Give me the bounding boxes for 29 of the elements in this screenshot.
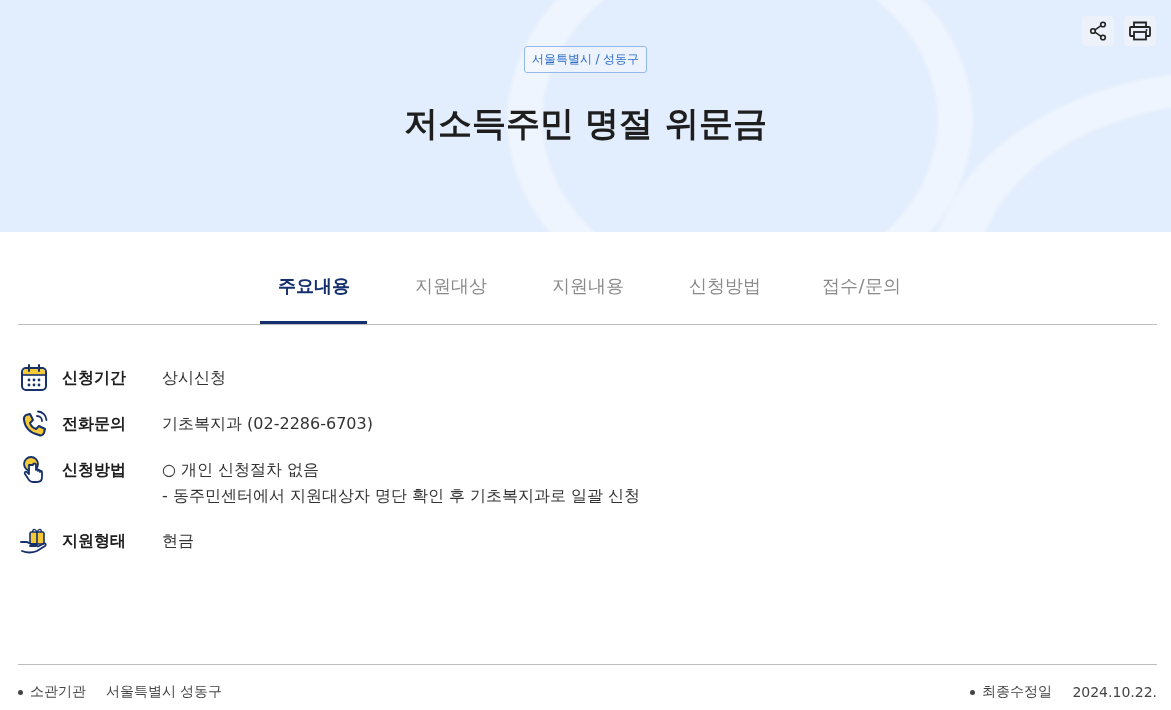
- calendar-icon: [20, 364, 48, 392]
- info-label: 신청기간: [62, 367, 127, 389]
- region-badge: 서울특별시 / 성동구: [523, 46, 648, 73]
- info-value: 현금: [162, 530, 194, 552]
- section-tab[interactable]: 지원대상: [397, 254, 504, 324]
- share-button[interactable]: [1082, 16, 1114, 46]
- section-tab[interactable]: 지원내용: [534, 254, 641, 324]
- footer-label: 최종수정일: [982, 683, 1053, 701]
- footer-label: 소관기관: [30, 683, 86, 701]
- info-label: 신청방법: [62, 459, 127, 481]
- bullet-icon: [970, 689, 976, 695]
- gift-in-hand-icon: [20, 527, 48, 555]
- page-title: 저소득주민 명절 위문금: [403, 102, 768, 145]
- section-tab[interactable]: 신청방법: [671, 254, 778, 324]
- section-tab[interactable]: 주요내용: [260, 254, 367, 324]
- print-button[interactable]: [1124, 16, 1156, 46]
- info-label: 지원형태: [62, 530, 127, 552]
- info-value: 기초복지과 (02-2286-6703): [162, 413, 373, 435]
- info-label: 전화문의: [62, 413, 127, 435]
- footer-value: 서울특별시 성동구: [106, 683, 223, 701]
- section-tab[interactable]: 접수/문의: [808, 254, 915, 324]
- print-icon: [1129, 21, 1151, 41]
- phone-icon: [20, 410, 48, 438]
- footer-value: 2024.10.22.: [1072, 684, 1157, 700]
- bullet-icon: [18, 689, 23, 695]
- info-value: 상시신청: [162, 367, 226, 389]
- share-icon: [1089, 21, 1107, 41]
- info-value: - 동주민센터에서 지원대상자 명단 확인 후 기초복지과로 일괄 신청: [162, 485, 641, 507]
- info-value: ○ 개인 신청절차 없음: [162, 459, 321, 481]
